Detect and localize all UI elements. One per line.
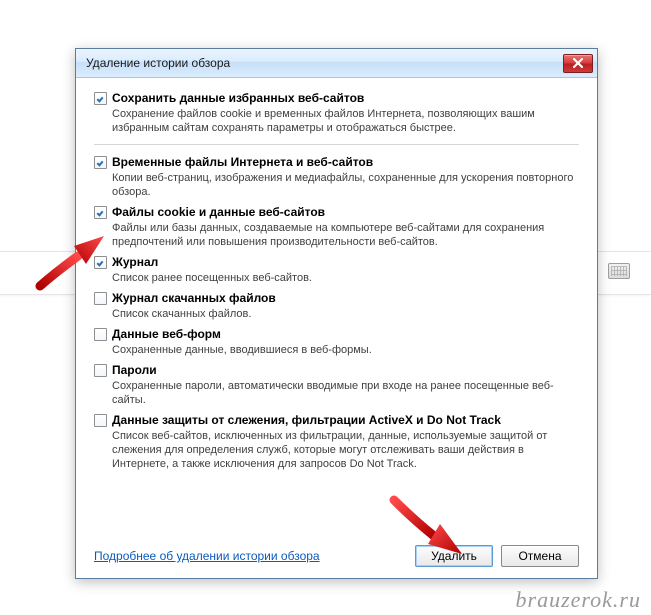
divider [94,144,579,145]
option-label: Пароли [112,363,579,378]
option-desc: Копии веб-страниц, изображения и медиафа… [112,171,579,199]
dialog-content: Сохранить данные избранных веб-сайтов Со… [76,78,597,534]
checkbox-download-history[interactable] [94,292,107,305]
option-label: Файлы cookie и данные веб-сайтов [112,205,579,220]
checkbox-history[interactable] [94,256,107,269]
cancel-button[interactable]: Отмена [501,545,579,567]
option-desc: Список скачанных файлов. [112,307,579,321]
keyboard-icon[interactable] [608,263,630,279]
option-desc: Сохраненные данные, вводившиеся в веб-фо… [112,343,579,357]
delete-history-dialog: Удаление истории обзора Сохранить данные… [75,48,598,579]
option-history: Журнал Список ранее посещенных веб-сайто… [94,252,579,288]
option-label: Данные защиты от слежения, фильтрации Ac… [112,413,579,428]
checkbox-temp-files[interactable] [94,156,107,169]
delete-button[interactable]: Удалить [415,545,493,567]
dialog-title: Удаление истории обзора [86,56,563,70]
option-desc: Список ранее посещенных веб-сайтов. [112,271,579,285]
option-label: Сохранить данные избранных веб-сайтов [112,91,579,106]
checkbox-cookies[interactable] [94,206,107,219]
checkbox-tracking-protection[interactable] [94,414,107,427]
dialog-titlebar: Удаление истории обзора [76,49,597,78]
option-desc: Список веб-сайтов, исключенных из фильтр… [112,429,579,471]
option-cookies: Файлы cookie и данные веб-сайтов Файлы и… [94,202,579,252]
watermark-text: brauzerok.ru [516,587,641,613]
option-label: Данные веб-форм [112,327,579,342]
option-label: Временные файлы Интернета и веб-сайтов [112,155,579,170]
option-desc: Файлы или базы данных, создаваемые на ко… [112,221,579,249]
option-label: Журнал [112,255,579,270]
close-icon [573,58,583,68]
checkbox-passwords[interactable] [94,364,107,377]
close-button[interactable] [563,54,593,73]
option-preserve-favorites: Сохранить данные избранных веб-сайтов Со… [94,88,579,138]
dialog-footer: Подробнее об удалении истории обзора Уда… [76,534,597,578]
option-form-data: Данные веб-форм Сохраненные данные, ввод… [94,324,579,360]
option-desc: Сохранение файлов cookie и временных фай… [112,107,579,135]
option-download-history: Журнал скачанных файлов Список скачанных… [94,288,579,324]
checkbox-preserve-favorites[interactable] [94,92,107,105]
checkbox-form-data[interactable] [94,328,107,341]
option-tracking-protection: Данные защиты от слежения, фильтрации Ac… [94,410,579,474]
option-passwords: Пароли Сохраненные пароли, автоматически… [94,360,579,410]
option-temp-files: Временные файлы Интернета и веб-сайтов К… [94,152,579,202]
option-desc: Сохраненные пароли, автоматически вводим… [112,379,579,407]
more-info-link[interactable]: Подробнее об удалении истории обзора [94,549,320,563]
option-label: Журнал скачанных файлов [112,291,579,306]
